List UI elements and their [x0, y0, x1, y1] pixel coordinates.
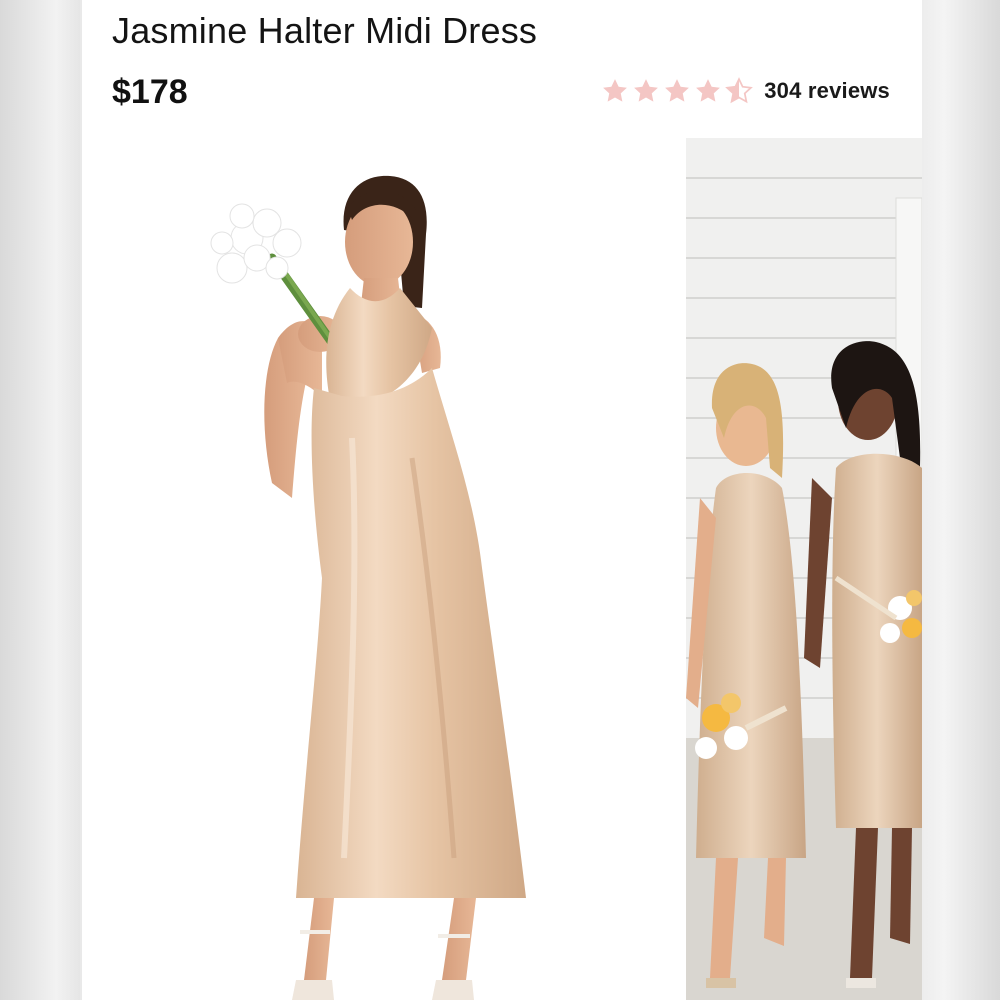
star-icon: [696, 79, 721, 102]
reviews-link[interactable]: 304 reviews: [764, 78, 890, 104]
half-star-icon: [725, 77, 754, 104]
star-rating: [600, 76, 754, 106]
product-panel: Jasmine Halter Midi Dress $178 304 revie…: [82, 0, 922, 1000]
product-price: $178: [112, 73, 188, 111]
star-icon: [634, 79, 659, 102]
product-image-main[interactable]: [82, 138, 680, 1000]
product-image-secondary[interactable]: [686, 138, 922, 1000]
right-backdrop: [920, 0, 1000, 1000]
star-icon: [665, 79, 690, 102]
bridesmaids-illustration: [686, 138, 922, 1000]
star-icon: [603, 79, 628, 102]
left-backdrop: [0, 0, 80, 1000]
model-in-dress-illustration: [210, 175, 526, 1000]
product-title: Jasmine Halter Midi Dress: [112, 10, 538, 51]
rating-summary[interactable]: 304 reviews: [600, 76, 890, 106]
